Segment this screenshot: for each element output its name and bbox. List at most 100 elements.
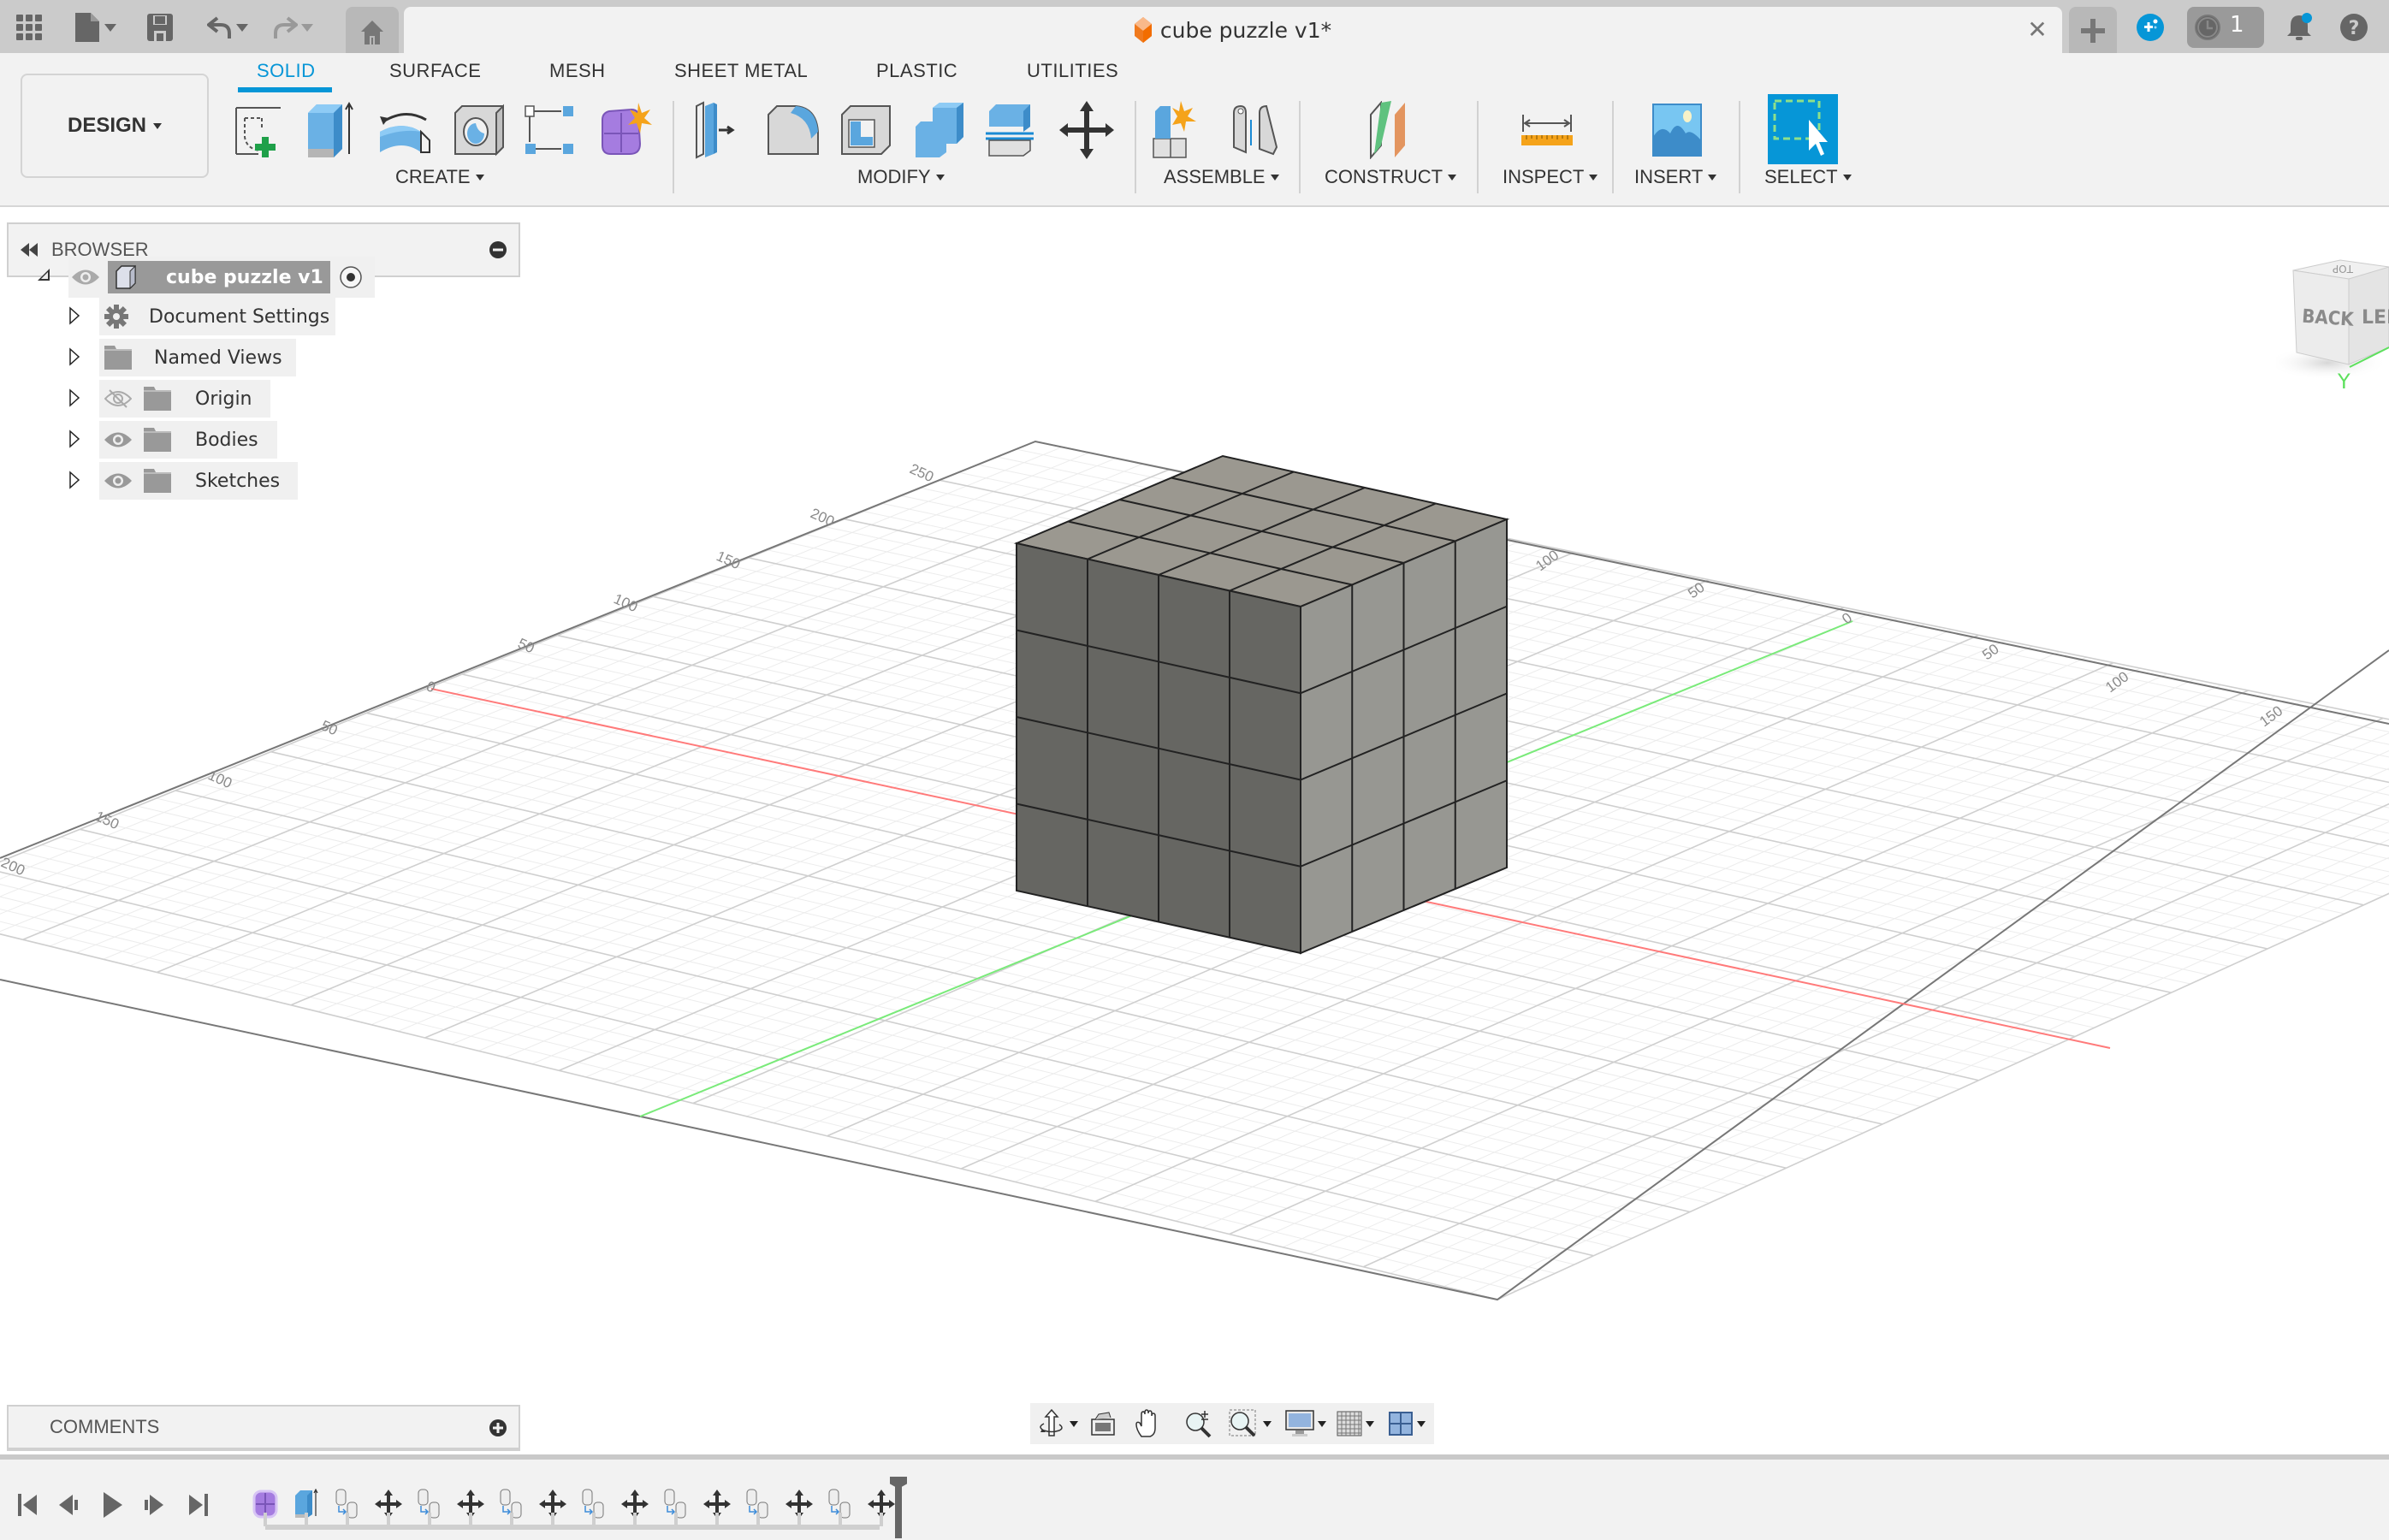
- timeline-tick: [264, 1513, 267, 1526]
- item-label: Document Settings: [149, 305, 330, 328]
- collapse-panel-icon[interactable]: [21, 243, 39, 257]
- tab-utilities[interactable]: UTILITIES: [1027, 60, 1118, 82]
- collapse-root-icon[interactable]: [38, 267, 51, 282]
- pattern-button[interactable]: [522, 99, 580, 161]
- view-cube-face-top[interactable]: TOP: [2333, 263, 2354, 275]
- display-settings-button[interactable]: [1285, 1408, 1326, 1439]
- browser-item-sketches[interactable]: Sketches: [99, 462, 298, 500]
- eye-hidden-icon[interactable]: [104, 388, 132, 409]
- fit-zoom-window-button[interactable]: [1229, 1408, 1272, 1439]
- document-tab[interactable]: cube puzzle v1* ✕: [404, 7, 2062, 53]
- orbit-icon: [1040, 1408, 1063, 1436]
- split-body-button[interactable]: [984, 99, 1042, 161]
- insert-menu[interactable]: INSERT: [1634, 166, 1717, 188]
- cube-puzzle-model[interactable]: [1013, 454, 1510, 955]
- look-at-button[interactable]: [1090, 1408, 1116, 1439]
- modify-menu[interactable]: MODIFY: [857, 166, 945, 188]
- form-icon: [602, 103, 652, 155]
- grid-label: 100: [205, 767, 234, 791]
- go-to-end-button[interactable]: [185, 1492, 210, 1518]
- view-cube[interactable]: BACK LEFT TOP Y: [2267, 253, 2389, 399]
- grid-settings-button[interactable]: [1337, 1408, 1374, 1439]
- view-cube-face-back[interactable]: BACK: [2301, 306, 2355, 331]
- viewports-button[interactable]: [1388, 1408, 1426, 1439]
- 3d-viewport[interactable]: 2502001501005005010015020010050050100150: [0, 207, 2389, 1453]
- offset-plane-button[interactable]: [1360, 99, 1419, 161]
- pan-button[interactable]: [1135, 1408, 1162, 1439]
- assemble-menu[interactable]: ASSEMBLE: [1164, 166, 1279, 188]
- new-tab-button[interactable]: [2069, 7, 2117, 53]
- timeline-tick: [305, 1513, 308, 1526]
- folder-icon: [144, 428, 171, 452]
- tab-surface[interactable]: SURFACE: [389, 60, 481, 82]
- timeline-tick: [797, 1513, 801, 1526]
- home-button[interactable]: [346, 7, 399, 53]
- select-button[interactable]: [1768, 94, 1838, 164]
- undo-button[interactable]: [204, 12, 252, 43]
- close-tab-button[interactable]: ✕: [2023, 15, 2052, 44]
- file-menu-button[interactable]: [72, 12, 120, 43]
- apps-grid-icon[interactable]: [14, 12, 44, 43]
- tab-mesh[interactable]: MESH: [549, 60, 606, 82]
- create-menu[interactable]: CREATE: [395, 166, 484, 188]
- help-button[interactable]: ?: [2339, 13, 2368, 42]
- save-button[interactable]: [145, 12, 175, 43]
- view-cube-face-left[interactable]: LEFT: [2362, 307, 2389, 329]
- press-pull-button[interactable]: [690, 99, 748, 161]
- tab-solid[interactable]: SOLID: [257, 60, 316, 82]
- workspace-switcher[interactable]: DESIGN: [21, 74, 209, 178]
- expand-arrow-icon[interactable]: [68, 388, 80, 407]
- select-menu[interactable]: SELECT: [1764, 166, 1852, 188]
- expand-arrow-icon[interactable]: [68, 306, 80, 325]
- create-form-button[interactable]: [596, 99, 654, 161]
- minimize-panel-icon[interactable]: [489, 241, 507, 258]
- eye-icon[interactable]: [104, 471, 132, 490]
- step-back-icon: [59, 1495, 78, 1515]
- create-sketch-button[interactable]: [231, 99, 289, 161]
- extrude-button[interactable]: [303, 99, 361, 161]
- shell-button[interactable]: [837, 99, 895, 161]
- previous-step-button[interactable]: [56, 1492, 82, 1518]
- measure-button[interactable]: [1518, 99, 1576, 161]
- inspect-menu[interactable]: INSPECT: [1503, 166, 1598, 188]
- browser-item-origin[interactable]: Origin: [99, 380, 270, 418]
- move-copy-button[interactable]: [1058, 99, 1116, 161]
- job-status-button[interactable]: 1: [2187, 7, 2264, 48]
- browser-root-item[interactable]: cube puzzle v1: [68, 257, 375, 298]
- zoom-button[interactable]: [1184, 1408, 1213, 1439]
- activate-radio-icon[interactable]: [339, 265, 363, 289]
- combine-button[interactable]: [910, 99, 969, 161]
- new-component-button[interactable]: [1150, 99, 1208, 161]
- redo-button[interactable]: [267, 12, 318, 43]
- tab-plastic[interactable]: PLASTIC: [876, 60, 957, 82]
- expand-arrow-icon[interactable]: [68, 347, 80, 366]
- toolbar-divider: [1135, 101, 1136, 193]
- help-icon: ?: [2340, 14, 2368, 41]
- fillet-button[interactable]: [763, 99, 821, 161]
- go-to-start-button[interactable]: [15, 1492, 41, 1518]
- expand-arrow-icon[interactable]: [68, 471, 80, 489]
- insert-image-button[interactable]: [1648, 99, 1706, 161]
- insert-menu-label: INSERT: [1634, 166, 1704, 187]
- revolve-button[interactable]: [376, 99, 435, 161]
- construct-menu[interactable]: CONSTRUCT: [1325, 166, 1457, 188]
- document-title-text: cube puzzle v1*: [1159, 17, 1332, 43]
- browser-item-document-settings[interactable]: Document Settings: [99, 298, 335, 335]
- fillet-icon: [768, 105, 819, 155]
- eye-icon[interactable]: [104, 430, 132, 449]
- extensions-button[interactable]: [2136, 13, 2165, 42]
- browser-item-bodies[interactable]: Bodies: [99, 421, 277, 459]
- hole-button[interactable]: [450, 99, 508, 161]
- add-comment-icon[interactable]: [489, 1419, 507, 1436]
- orbit-button[interactable]: [1037, 1408, 1078, 1439]
- next-step-button[interactable]: [142, 1492, 168, 1518]
- joint-button[interactable]: [1224, 99, 1282, 161]
- tab-sheet-metal[interactable]: SHEET METAL: [674, 60, 808, 82]
- eye-icon[interactable]: [72, 268, 99, 287]
- comments-panel-header[interactable]: COMMENTS: [7, 1405, 520, 1451]
- browser-item-named-views[interactable]: Named Views: [99, 339, 296, 376]
- root-label-highlight: cube puzzle v1: [108, 261, 330, 293]
- expand-arrow-icon[interactable]: [68, 429, 80, 448]
- notifications-button[interactable]: [2285, 12, 2314, 43]
- play-button[interactable]: [99, 1492, 125, 1518]
